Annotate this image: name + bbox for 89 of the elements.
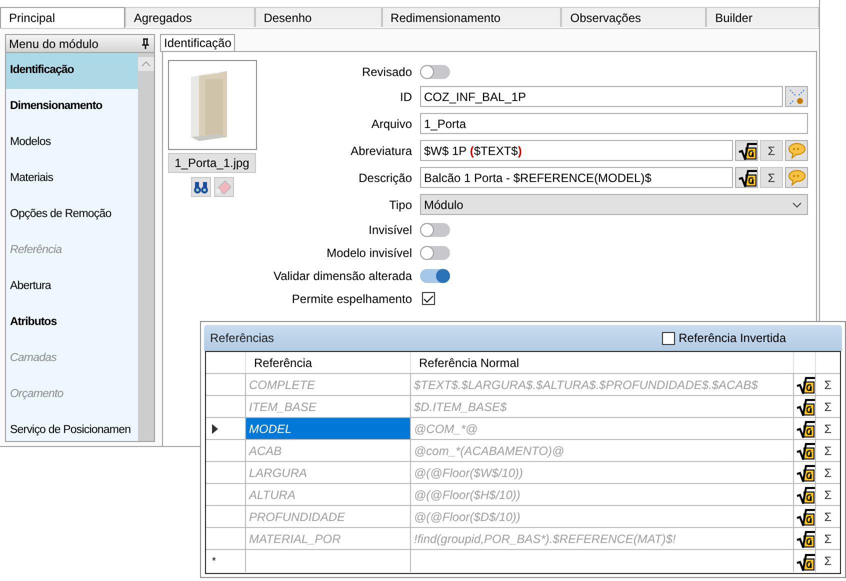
sum-button[interactable]: Σ (822, 552, 834, 570)
sum-button[interactable]: Σ (822, 376, 834, 394)
square-root-icon (794, 485, 814, 504)
field-label: ID (399, 88, 412, 106)
sidebar-item[interactable]: Identificação (6, 53, 138, 89)
new-row-marker: * (212, 554, 216, 568)
scrollbar[interactable] (138, 53, 154, 441)
field-label: Invisível (368, 222, 412, 238)
input-field[interactable]: $W$ 1P ($TEXT$) (420, 140, 733, 161)
input-field[interactable]: COZ_INF_BAL_1P (420, 86, 783, 107)
field-label: Validar dimensão alterada (272, 268, 412, 284)
formula-button[interactable] (794, 441, 814, 460)
toggle-switch[interactable] (420, 222, 450, 236)
formula-button[interactable] (794, 397, 814, 416)
formula-button[interactable] (735, 167, 758, 188)
sidebar-item[interactable]: Opções de Remoção (6, 197, 138, 233)
tab[interactable]: Identificação (160, 34, 236, 51)
sidebar-item[interactable]: Serviço de Posicionamen (6, 413, 138, 441)
pin-icon (140, 38, 151, 50)
table-cell[interactable]: MODEL (246, 418, 411, 439)
square-root-icon (794, 507, 814, 526)
sum-button[interactable]: Σ (822, 530, 834, 548)
formula-button[interactable] (735, 140, 758, 161)
tab[interactable]: Agregados (124, 7, 255, 27)
tab[interactable]: Builder (706, 7, 819, 27)
checkbox-label: Referência Invertida (678, 330, 786, 347)
tab[interactable]: Redimensionamento (382, 7, 562, 27)
formula-button[interactable] (794, 507, 814, 526)
toggle-switch[interactable] (420, 64, 450, 78)
tab[interactable]: Observações (561, 7, 706, 27)
square-root-icon (794, 441, 814, 460)
sum-button[interactable]: Σ (822, 442, 834, 460)
tab[interactable]: Desenho (254, 7, 382, 27)
field-label: Tipo (388, 196, 412, 214)
formula-button[interactable] (794, 375, 814, 394)
formula-button[interactable] (794, 463, 814, 482)
dropdown-value: Módulo (424, 196, 464, 214)
id-button[interactable] (785, 86, 808, 107)
sum-button[interactable]: Σ (760, 167, 783, 188)
square-root-icon (794, 552, 814, 570)
speech-bubble-icon (788, 169, 806, 186)
formula-button[interactable] (794, 529, 814, 548)
field-label: Modelo invisível (326, 244, 412, 262)
sidebar-item[interactable]: Dimensionamento (6, 89, 138, 125)
field-label: Revisado (360, 64, 412, 80)
sum-button[interactable]: Σ (822, 398, 834, 416)
toggle-switch[interactable] (420, 268, 450, 282)
formula-button[interactable] (794, 419, 814, 438)
sidebar-item[interactable]: Modelos (6, 125, 138, 161)
sum-button[interactable]: Σ (760, 140, 783, 161)
field-label: Permite espelhamento (290, 290, 412, 308)
arrows-icon (788, 88, 806, 106)
sum-button[interactable]: Σ (822, 420, 834, 438)
filename-button[interactable]: 1_Porta_1.jpg (168, 153, 256, 173)
checkbox[interactable] (662, 332, 675, 344)
square-root-icon (794, 397, 814, 416)
dropdown[interactable]: Módulo (420, 194, 808, 215)
check-icon (423, 294, 434, 304)
field-label: Arquivo (370, 116, 412, 132)
column-header: Referência Normal (411, 352, 794, 373)
tab[interactable]: Principal (0, 7, 125, 28)
sidebar-item[interactable]: Abertura (6, 269, 138, 305)
sum-button[interactable]: Σ (822, 464, 834, 482)
eraser-icon (216, 180, 231, 194)
search-button[interactable] (190, 177, 210, 197)
field-label: Abreviatura (350, 142, 412, 160)
column-header: Referência (246, 352, 411, 373)
speech-bubble-icon (788, 142, 806, 159)
sum-button[interactable]: Σ (822, 508, 834, 526)
binoculars-icon (192, 180, 208, 194)
square-root-icon (794, 529, 814, 548)
sum-button[interactable]: Σ (822, 486, 834, 504)
square-root-icon (794, 375, 814, 394)
input-field[interactable]: 1_Porta (420, 113, 808, 134)
toggle-switch[interactable] (420, 246, 450, 260)
formula-button[interactable] (794, 485, 814, 504)
checkbox[interactable] (422, 292, 435, 305)
sidebar-title: Menu do módulo (9, 36, 98, 52)
square-root-icon (736, 141, 756, 160)
square-root-icon (736, 168, 756, 187)
square-root-icon (794, 463, 814, 482)
chevron-down-icon (792, 202, 802, 208)
panel-title: Referências (210, 330, 274, 347)
input-field[interactable]: Balcão 1 Porta - $REFERENCE(MODEL)$ (420, 167, 733, 188)
field-label: Descrição (358, 170, 412, 186)
sidebar-item[interactable]: Atributos (6, 305, 138, 341)
formula-button[interactable] (794, 552, 814, 570)
square-root-icon (794, 419, 814, 438)
sidebar-item[interactable]: Materiais (6, 161, 138, 197)
